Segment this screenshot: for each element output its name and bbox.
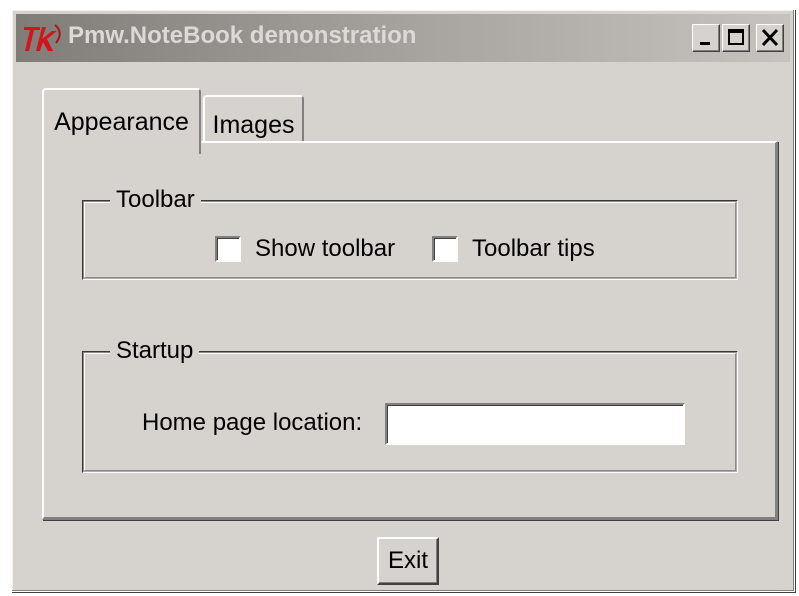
toolbar-group: Toolbar Show toolbar Toolbar tips bbox=[82, 186, 738, 280]
tab-images-label: Images bbox=[212, 111, 295, 139]
toolbar-group-label: Toolbar bbox=[110, 186, 201, 214]
tab-appearance-label: Appearance bbox=[54, 108, 189, 136]
title-bar[interactable]: Pmw.NoteBook demonstration bbox=[16, 14, 790, 62]
toolbar-tips-checkbox[interactable] bbox=[432, 236, 458, 262]
home-page-location-input[interactable] bbox=[385, 403, 685, 445]
home-page-location-label: Home page location: bbox=[142, 409, 363, 436]
window-title: Pmw.NoteBook demonstration bbox=[68, 22, 417, 49]
exit-button[interactable]: Exit bbox=[377, 537, 439, 585]
close-icon bbox=[761, 28, 779, 47]
minimize-button[interactable] bbox=[692, 24, 720, 52]
startup-group-label: Startup bbox=[110, 337, 200, 365]
notebook-page-appearance: Toolbar Show toolbar Toolbar tips Startu… bbox=[42, 141, 778, 520]
startup-group: Startup Home page location: bbox=[82, 337, 738, 473]
minimize-icon bbox=[700, 42, 710, 45]
toolbar-tips-label: Toolbar tips bbox=[472, 235, 595, 262]
show-toolbar-option[interactable]: Show toolbar bbox=[215, 235, 395, 263]
maximize-icon bbox=[728, 29, 744, 45]
close-button[interactable] bbox=[756, 24, 784, 52]
app-window: Pmw.NoteBook demonstration Appearance Im… bbox=[11, 9, 795, 592]
maximize-button[interactable] bbox=[722, 24, 750, 52]
show-toolbar-label: Show toolbar bbox=[255, 235, 396, 262]
show-toolbar-checkbox[interactable] bbox=[215, 236, 241, 262]
tab-appearance[interactable]: Appearance bbox=[42, 88, 201, 154]
toolbar-tips-option[interactable]: Toolbar tips bbox=[432, 235, 595, 263]
tk-feather-icon bbox=[22, 21, 66, 55]
